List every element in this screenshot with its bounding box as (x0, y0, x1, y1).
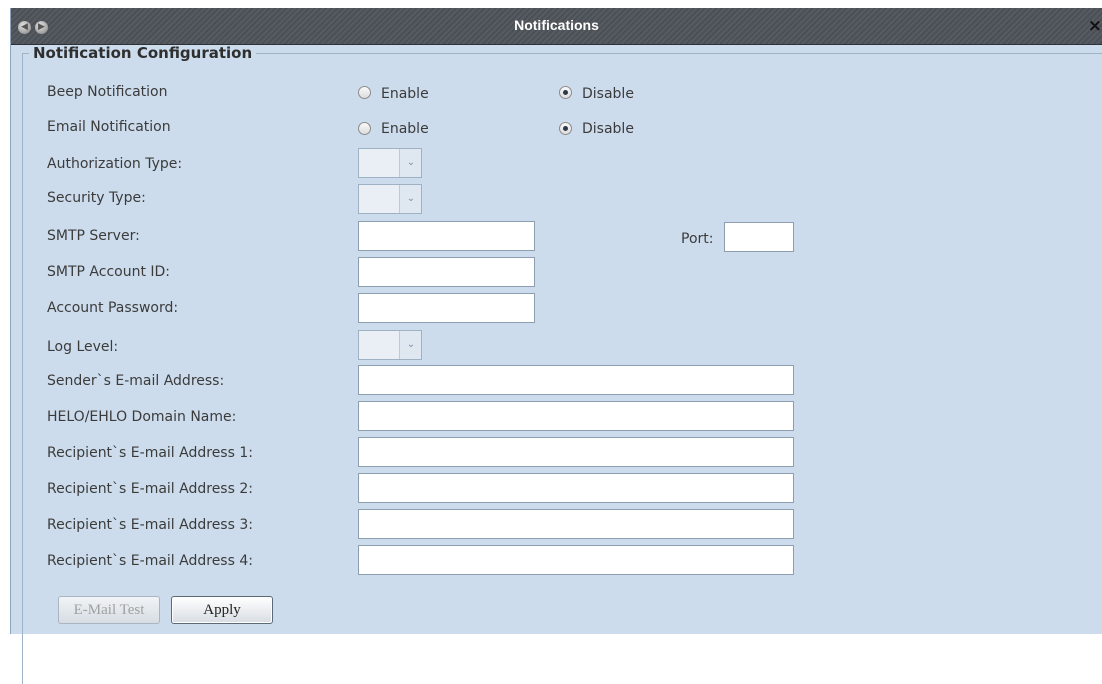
email-notification-label: Email Notification (47, 119, 171, 135)
beep-disable-label[interactable]: Disable (582, 86, 634, 102)
chevron-down-icon[interactable]: ⌄ (399, 185, 422, 213)
recipient-4-input[interactable] (358, 545, 794, 575)
security-type-value (359, 185, 399, 213)
beep-enable-label[interactable]: Enable (381, 86, 429, 102)
title-bar: ◀ ▶ Notifications × (11, 8, 1102, 45)
email-enable-radio[interactable] (358, 122, 371, 135)
chevron-down-icon[interactable]: ⌄ (399, 331, 422, 359)
beep-disable-radio[interactable] (559, 86, 572, 99)
smtp-account-input[interactable] (358, 257, 535, 287)
auth-type-label: Authorization Type: (47, 156, 183, 172)
log-level-select[interactable]: ⌄ (358, 330, 422, 360)
chevron-down-icon[interactable]: ⌄ (399, 149, 422, 177)
close-icon[interactable]: × (1088, 16, 1102, 36)
apply-button[interactable]: Apply (171, 596, 273, 624)
recipient-3-label: Recipient`s E-mail Address 3: (47, 517, 253, 533)
sender-email-label: Sender`s E-mail Address: (47, 373, 225, 389)
recipient-1-input[interactable] (358, 437, 794, 467)
recipient-2-input[interactable] (358, 473, 794, 503)
recipient-3-input[interactable] (358, 509, 794, 539)
beep-notification-label: Beep Notification (47, 84, 168, 100)
email-test-button[interactable]: E-Mail Test (58, 596, 160, 624)
account-password-label: Account Password: (47, 300, 179, 316)
beep-enable-radio[interactable] (358, 86, 371, 99)
sender-email-input[interactable] (358, 365, 794, 395)
email-disable-radio[interactable] (559, 122, 572, 135)
port-input[interactable] (724, 222, 794, 252)
helo-domain-label: HELO/EHLO Domain Name: (47, 409, 237, 425)
recipient-1-label: Recipient`s E-mail Address 1: (47, 445, 253, 461)
auth-type-select[interactable]: ⌄ (358, 148, 422, 178)
account-password-input[interactable] (358, 293, 535, 323)
recipient-4-label: Recipient`s E-mail Address 4: (47, 553, 253, 569)
email-enable-label[interactable]: Enable (381, 121, 429, 137)
port-label: Port: (681, 231, 714, 247)
smtp-account-label: SMTP Account ID: (47, 264, 171, 280)
smtp-server-label: SMTP Server: (47, 228, 140, 244)
window-title: Notifications (514, 17, 599, 33)
log-level-value (359, 331, 399, 359)
log-level-label: Log Level: (47, 339, 119, 355)
security-type-select[interactable]: ⌄ (358, 184, 422, 214)
helo-domain-input[interactable] (358, 401, 794, 431)
smtp-server-input[interactable] (358, 221, 535, 251)
auth-type-value (359, 149, 399, 177)
notification-config-group: Notification Configuration (22, 44, 1102, 684)
security-type-label: Security Type: (47, 190, 146, 206)
email-disable-label[interactable]: Disable (582, 121, 634, 137)
recipient-2-label: Recipient`s E-mail Address 2: (47, 481, 253, 497)
group-legend: Notification Configuration (33, 44, 253, 62)
